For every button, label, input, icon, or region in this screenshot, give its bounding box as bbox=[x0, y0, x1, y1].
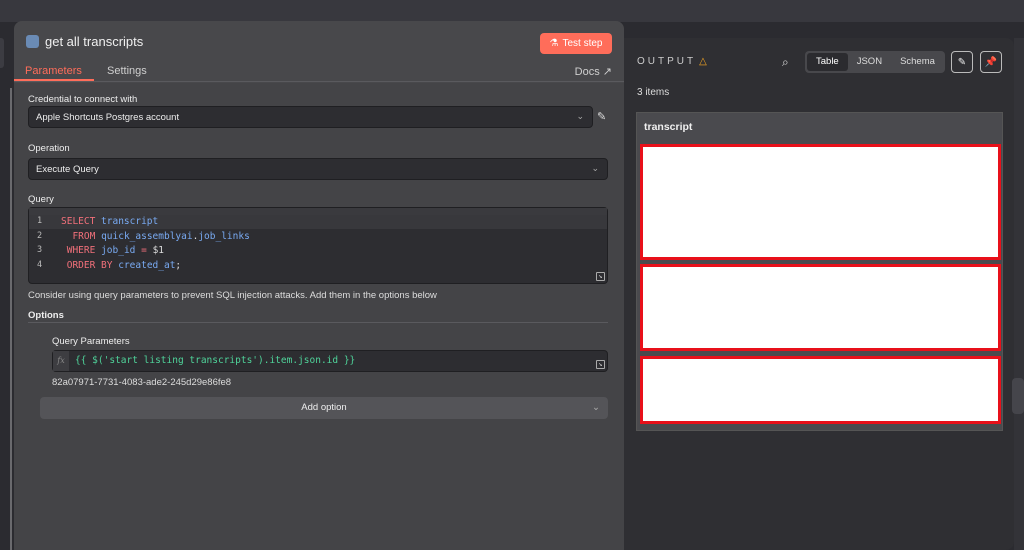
code-token: FROM bbox=[72, 230, 102, 242]
operation-value: Execute Query bbox=[36, 164, 99, 175]
add-option-button[interactable]: Add option ⌄ bbox=[40, 397, 608, 419]
line-number: 1 bbox=[37, 216, 43, 226]
chevron-down-icon: ⌄ bbox=[576, 111, 584, 121]
query-editor[interactable]: ↘ 1 SELECT transcript 2 FROM quick_assembl… bbox=[28, 207, 608, 284]
active-tab-indicator bbox=[14, 79, 94, 81]
options-divider bbox=[28, 322, 608, 323]
code-line[interactable]: 4 ORDER BY created_at; bbox=[29, 260, 607, 274]
view-json[interactable]: JSON bbox=[848, 53, 891, 71]
code-token: created_at bbox=[118, 259, 176, 271]
search-icon[interactable]: ⌕ bbox=[782, 55, 789, 70]
code-line[interactable]: 3 WHERE job_id = $1 bbox=[29, 245, 607, 259]
pin-icon: 📌 bbox=[984, 56, 998, 68]
expression-text: {{ $('start listing transcripts').item.j… bbox=[75, 355, 356, 366]
left-edge-handle[interactable] bbox=[0, 38, 4, 68]
editor-top-strip bbox=[29, 208, 607, 215]
query-hint: Consider using query parameters to preve… bbox=[28, 290, 437, 301]
view-table[interactable]: Table bbox=[807, 53, 848, 71]
code-token: SELECT bbox=[61, 216, 102, 227]
postgres-icon bbox=[26, 35, 39, 48]
top-bar bbox=[0, 0, 1024, 22]
docs-label: Docs bbox=[574, 66, 600, 78]
table-row[interactable] bbox=[640, 356, 1001, 424]
test-step-label: Test step bbox=[562, 38, 603, 49]
credential-select[interactable]: Apple Shortcuts Postgres account ⌄ bbox=[28, 106, 593, 128]
node-header: get all transcripts bbox=[26, 34, 143, 49]
code-token: job_id bbox=[101, 245, 142, 256]
code-token: = bbox=[141, 245, 153, 256]
code-token: transcript bbox=[101, 216, 159, 227]
edit-output-button[interactable]: ✎ bbox=[951, 51, 973, 73]
scrollbar[interactable] bbox=[10, 88, 12, 550]
operation-label: Operation bbox=[28, 143, 70, 154]
code-line[interactable]: 2 FROM quick_assemblyai. job_links bbox=[29, 231, 607, 245]
warning-icon: △ bbox=[699, 56, 707, 67]
add-option-label: Add option bbox=[301, 402, 347, 413]
output-title-text: OUTPUT bbox=[637, 56, 697, 67]
test-step-button[interactable]: ⚗ Test step bbox=[540, 33, 612, 54]
right-edge-panel bbox=[1014, 38, 1024, 550]
query-parameters-label: Query Parameters bbox=[52, 336, 130, 347]
options-label: Options bbox=[28, 310, 64, 321]
view-schema[interactable]: Schema bbox=[891, 53, 944, 71]
line-number: 2 bbox=[37, 230, 43, 241]
docs-link[interactable]: Docs ↗ bbox=[575, 65, 612, 78]
output-title: OUTPUT △ bbox=[637, 56, 707, 67]
code-token: ; bbox=[175, 259, 182, 271]
query-parameters-input[interactable]: fx {{ $('start listing transcripts').ite… bbox=[52, 350, 608, 372]
parameters-content bbox=[14, 83, 624, 550]
line-number: 3 bbox=[37, 245, 43, 255]
table-row[interactable] bbox=[640, 144, 1001, 260]
code-token: quick_assemblyai bbox=[101, 230, 193, 242]
item-count: 3 items bbox=[637, 87, 670, 98]
code-token: ORDER BY bbox=[66, 259, 119, 271]
external-link-icon: ↗ bbox=[602, 66, 612, 78]
edit-credential-icon[interactable]: ✎ bbox=[597, 110, 606, 123]
column-header: transcript bbox=[644, 121, 693, 133]
code-token: $1 bbox=[152, 245, 165, 256]
tab-parameters[interactable]: Parameters bbox=[25, 65, 82, 77]
credential-value: Apple Shortcuts Postgres account bbox=[36, 112, 180, 123]
code-token: job_links bbox=[198, 230, 250, 242]
flask-icon: ⚗ bbox=[549, 38, 559, 49]
chevron-down-icon: ⌄ bbox=[591, 163, 599, 173]
chevron-down-icon: ⌄ bbox=[592, 402, 600, 413]
tab-bar: Parameters Settings Docs ↗ bbox=[14, 62, 624, 82]
query-label: Query bbox=[28, 194, 54, 205]
view-switcher: Table JSON Schema bbox=[805, 51, 945, 73]
fx-icon: fx bbox=[53, 351, 69, 371]
tab-settings[interactable]: Settings bbox=[107, 65, 147, 77]
expand-icon[interactable]: ↘ bbox=[596, 360, 605, 369]
code-token: WHERE bbox=[66, 245, 102, 256]
resolved-value: 82a07971-7731-4083-ade2-245d29e86fe8 bbox=[52, 377, 232, 388]
operation-select[interactable]: Execute Query ⌄ bbox=[28, 158, 608, 180]
pin-output-button[interactable]: 📌 bbox=[980, 51, 1002, 73]
node-title[interactable]: get all transcripts bbox=[45, 34, 143, 49]
table-row[interactable] bbox=[640, 264, 1001, 351]
line-number: 4 bbox=[37, 259, 43, 270]
right-drag-handle[interactable] bbox=[1012, 378, 1024, 414]
output-table: transcript bbox=[636, 112, 1003, 431]
credential-label: Credential to connect with bbox=[28, 94, 138, 105]
code-line[interactable]: 1 SELECT transcript bbox=[29, 216, 607, 230]
pencil-icon: ✎ bbox=[957, 56, 967, 68]
